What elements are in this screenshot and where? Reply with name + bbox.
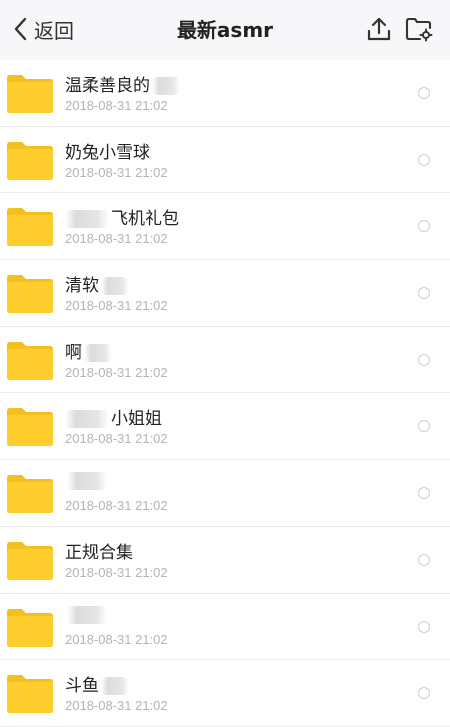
folder-name-container: 温柔善良的 [65, 71, 180, 96]
folder-row[interactable]: 温柔善良的 2018-08-31 21:02 [0, 60, 450, 127]
folder-icon [7, 75, 53, 113]
folder-icon [7, 408, 53, 447]
select-radio[interactable] [418, 153, 430, 166]
select-radio[interactable] [418, 620, 430, 633]
page-title: 最新asmr [176, 18, 274, 42]
folder-name-container: 啊 [65, 338, 112, 363]
upload-icon[interactable] [364, 14, 394, 44]
folder-name-container: 小姐姐 [65, 404, 162, 429]
back-label: 返回 [34, 18, 74, 43]
folder-icon [7, 475, 53, 514]
folder-name-container: 奶兔小雪球 [65, 138, 150, 163]
folder-icon [7, 541, 53, 580]
folder-date: 2018-08-31 21:02 [65, 364, 168, 380]
folder-icon [7, 208, 53, 247]
folder-icon [7, 341, 53, 380]
folder-date: 2018-08-31 21:02 [65, 698, 168, 714]
folder-name-container [65, 605, 107, 625]
folder-name: 小姐姐 [111, 409, 162, 430]
folder-row[interactable]: 2018-08-31 21:02 [0, 460, 450, 527]
redacted-text [101, 277, 129, 296]
select-radio[interactable] [418, 687, 430, 700]
redacted-text [65, 410, 109, 429]
select-radio[interactable] [418, 87, 430, 99]
select-radio[interactable] [418, 420, 430, 433]
folder-date: 2018-08-31 21:02 [65, 164, 168, 180]
folder-icon [7, 608, 53, 647]
folder-name: 斗鱼 [65, 676, 99, 697]
folder-name-container: 斗鱼 [65, 671, 129, 696]
folder-name-container: 正规合集 [65, 538, 133, 563]
folder-row[interactable]: 正规合集 2018-08-31 21:02 [0, 526, 450, 594]
folder-row[interactable]: 奶兔小雪球 2018-08-31 21:02 [0, 126, 450, 194]
select-radio[interactable] [418, 287, 430, 300]
folder-name: 飞机礼包 [111, 209, 179, 230]
folder-list: 温柔善良的 2018-08-31 21:02 奶兔小雪球 2018-08-31 21:… [0, 60, 450, 727]
folder-name: 啊 [65, 342, 82, 363]
redacted-text [101, 677, 129, 696]
folder-icon [7, 275, 53, 314]
select-radio[interactable] [418, 353, 430, 366]
folder-date: 2018-08-31 21:02 [65, 231, 168, 247]
folder-row[interactable]: 飞机礼包 2018-08-31 21:02 [0, 193, 450, 261]
folder-name: 正规合集 [65, 542, 133, 563]
folder-name: 奶兔小雪球 [65, 142, 150, 163]
folder-row[interactable]: 啊 2018-08-31 21:02 [0, 326, 450, 394]
folder-date: 2018-08-31 21:02 [65, 431, 168, 447]
folder-date: 2018-08-31 21:02 [65, 631, 168, 647]
folder-date: 2018-08-31 21:02 [65, 564, 168, 580]
folder-date: 2018-08-31 21:02 [65, 498, 168, 514]
folder-icon [7, 675, 53, 714]
folder-name-container: 飞机礼包 [65, 204, 179, 229]
folder-name: 温柔善良的 [65, 76, 150, 96]
folder-name-container: 清软 [65, 271, 129, 296]
folder-date: 2018-08-31 21:02 [65, 98, 168, 113]
redacted-text [152, 77, 180, 95]
redacted-text [67, 472, 107, 491]
folder-name: 清软 [65, 276, 99, 297]
chevron-left-icon [14, 17, 27, 41]
folder-name-container [65, 471, 107, 491]
folder-settings-icon[interactable] [404, 14, 434, 44]
folder-row[interactable]: 小姐姐 2018-08-31 21:02 [0, 393, 450, 461]
select-radio[interactable] [418, 487, 430, 500]
folder-date: 2018-08-31 21:02 [65, 298, 168, 314]
back-button[interactable]: 返回 [10, 14, 74, 44]
redacted-text [65, 210, 109, 229]
select-radio[interactable] [418, 553, 430, 566]
select-radio[interactable] [418, 220, 430, 233]
folder-row[interactable]: 2018-08-31 21:02 [0, 593, 450, 661]
folder-row[interactable]: 清软 2018-08-31 21:02 [0, 260, 450, 327]
nav-bar: 返回 最新asmr [0, 0, 450, 60]
folder-icon [7, 141, 53, 180]
redacted-text [67, 605, 107, 624]
redacted-text [84, 343, 112, 362]
